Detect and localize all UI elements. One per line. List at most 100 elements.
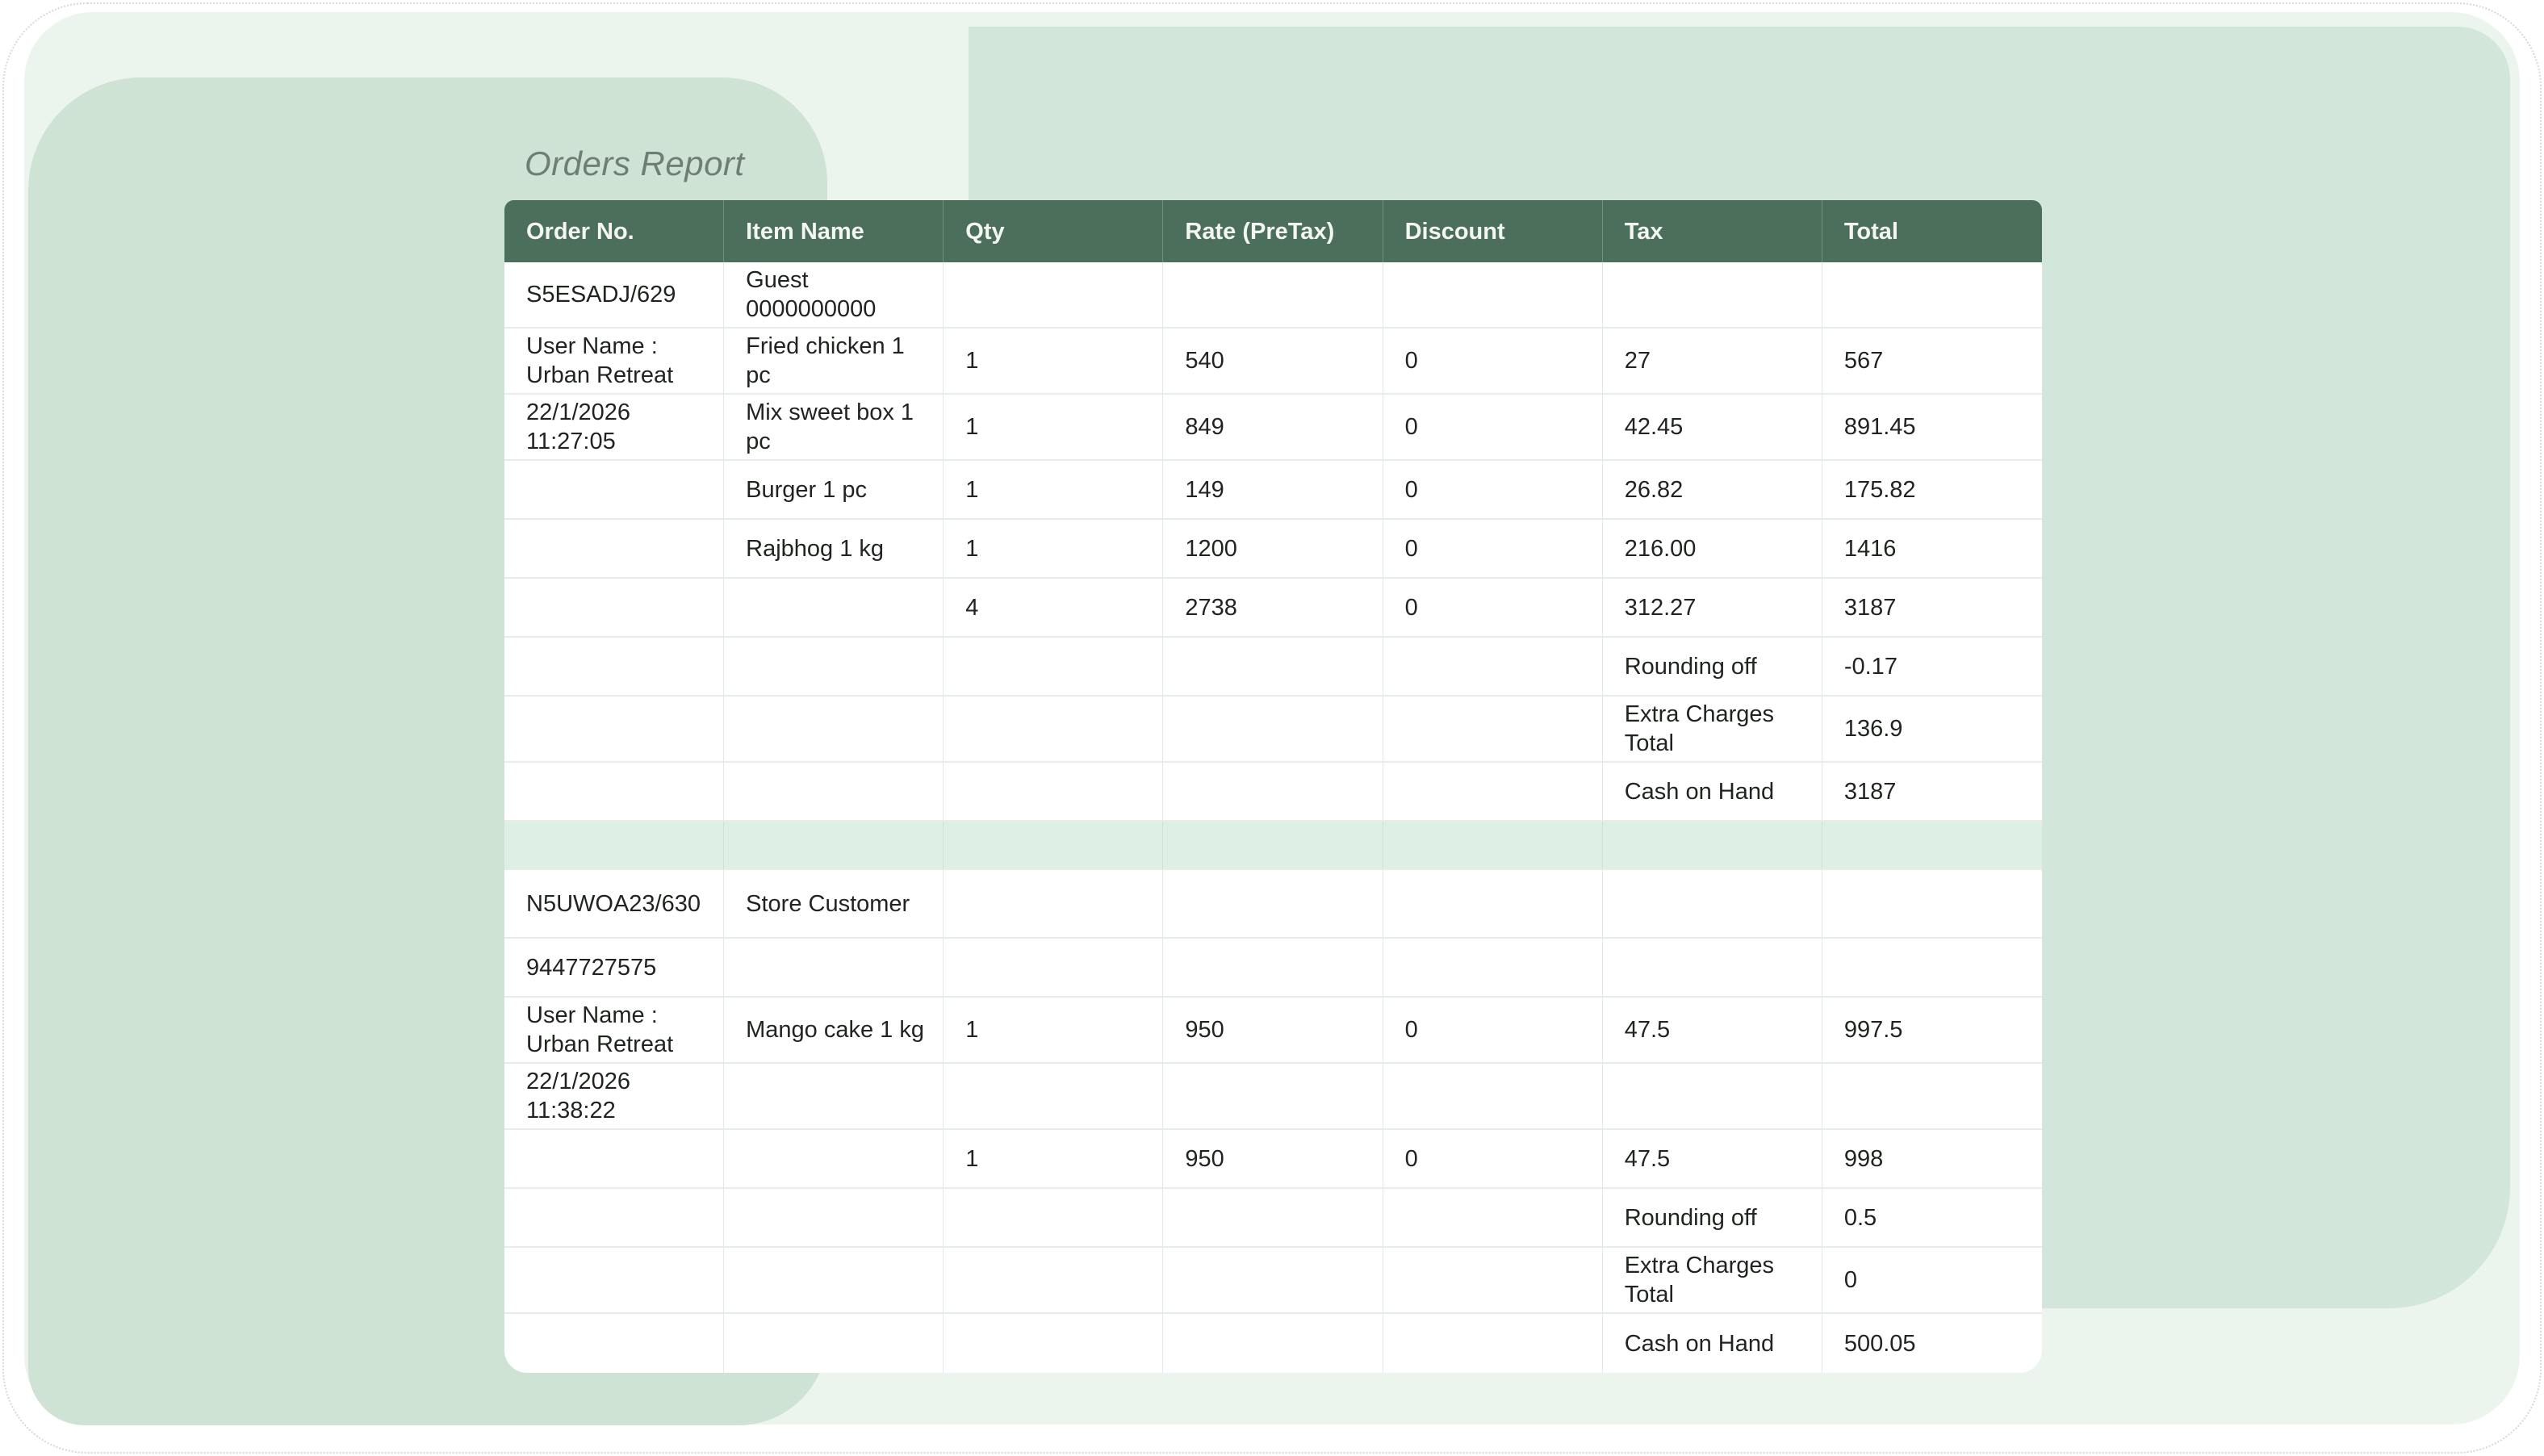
- table-cell: User Name : Urban Retreat: [504, 998, 724, 1064]
- table-cell: Fried chicken 1 pc: [724, 328, 944, 395]
- table-cell: 950: [1163, 998, 1383, 1064]
- table-cell: 849: [1163, 395, 1383, 461]
- table-cell: [1163, 822, 1383, 870]
- table-cell: 1: [944, 1130, 1163, 1189]
- table-row: Extra Charges Total136.9: [504, 697, 2042, 763]
- table-row: Extra Charges Total0: [504, 1248, 2042, 1314]
- table-row: 1950047.5998: [504, 1130, 2042, 1189]
- table-cell: [1822, 939, 2042, 998]
- table-cell: 175.82: [1822, 461, 2042, 520]
- table-cell: 26.82: [1603, 461, 1822, 520]
- table-cell: [504, 1314, 724, 1373]
- table-cell: [1163, 1189, 1383, 1248]
- table-cell: [944, 1314, 1163, 1373]
- table-cell: Cash on Hand: [1603, 763, 1822, 822]
- table-cell: 1200: [1163, 520, 1383, 579]
- table-cell: 216.00: [1603, 520, 1822, 579]
- column-header: Qty: [944, 200, 1163, 262]
- table-cell: 149: [1163, 461, 1383, 520]
- table-cell: [724, 1248, 944, 1314]
- table-cell: 47.5: [1603, 1130, 1822, 1189]
- table-cell: [504, 1130, 724, 1189]
- table-cell: 136.9: [1822, 697, 2042, 763]
- table-cell: [944, 262, 1163, 328]
- table-cell: [1163, 1248, 1383, 1314]
- table-cell: [1603, 262, 1822, 328]
- table-cell: Rajbhog 1 kg: [724, 520, 944, 579]
- orders-table: Order No.Item NameQtyRate (PreTax)Discou…: [504, 200, 2042, 1373]
- table-cell: [1603, 1064, 1822, 1130]
- table-cell: 0: [1383, 998, 1603, 1064]
- table-cell: [1383, 822, 1603, 870]
- table-row: User Name : Urban RetreatFried chicken 1…: [504, 328, 2042, 395]
- table-cell: 950: [1163, 1130, 1383, 1189]
- table-cell: [724, 697, 944, 763]
- table-cell: -0.17: [1822, 638, 2042, 697]
- table-cell: [1163, 763, 1383, 822]
- table-cell: 500.05: [1822, 1314, 2042, 1373]
- table-cell: [1603, 870, 1822, 939]
- table-cell: 3187: [1822, 579, 2042, 638]
- table-cell: 0: [1383, 520, 1603, 579]
- table-cell: [724, 822, 944, 870]
- table-cell: [724, 763, 944, 822]
- table-cell: [504, 1189, 724, 1248]
- table-cell: [504, 461, 724, 520]
- table-cell: [944, 638, 1163, 697]
- table-cell: Burger 1 pc: [724, 461, 944, 520]
- table-cell: [724, 1064, 944, 1130]
- table-cell: [1383, 638, 1603, 697]
- column-header: Rate (PreTax): [1163, 200, 1383, 262]
- table-cell: 1: [944, 328, 1163, 395]
- table-cell: 0: [1383, 328, 1603, 395]
- table-cell: [1822, 822, 2042, 870]
- table-row: Rajbhog 1 kg112000216.001416: [504, 520, 2042, 579]
- table-cell: Guest 0000000000: [724, 262, 944, 328]
- table-cell: [1383, 262, 1603, 328]
- table-cell: [1383, 697, 1603, 763]
- table-cell: 997.5: [1822, 998, 2042, 1064]
- table-cell: [1383, 1314, 1603, 1373]
- table-cell: [944, 1189, 1163, 1248]
- table-cell: [504, 579, 724, 638]
- table-cell: 22/1/2026 11:27:05: [504, 395, 724, 461]
- column-header: Total: [1822, 200, 2042, 262]
- table-cell: Cash on Hand: [1603, 1314, 1822, 1373]
- table-row: N5UWOA23/630Store Customer: [504, 870, 2042, 939]
- table-cell: 9447727575: [504, 939, 724, 998]
- table-cell: 47.5: [1603, 998, 1822, 1064]
- table-cell: 1: [944, 520, 1163, 579]
- table-cell: [944, 939, 1163, 998]
- table-cell: [1822, 1064, 2042, 1130]
- table-cell: [944, 763, 1163, 822]
- table-cell: Mix sweet box 1 pc: [724, 395, 944, 461]
- table-cell: Mango cake 1 kg: [724, 998, 944, 1064]
- table-row: User Name : Urban RetreatMango cake 1 kg…: [504, 998, 2042, 1064]
- table-cell: [1822, 262, 2042, 328]
- column-header: Tax: [1603, 200, 1822, 262]
- table-cell: 0: [1822, 1248, 2042, 1314]
- table-cell: 891.45: [1822, 395, 2042, 461]
- table-cell: [1603, 939, 1822, 998]
- table-cell: 4: [944, 579, 1163, 638]
- table-cell: Extra Charges Total: [1603, 1248, 1822, 1314]
- table-cell: [1163, 870, 1383, 939]
- table-cell: [1163, 1314, 1383, 1373]
- table-cell: 998: [1822, 1130, 2042, 1189]
- table-row: Rounding off0.5: [504, 1189, 2042, 1248]
- table-cell: [944, 1248, 1163, 1314]
- header-row: Order No.Item NameQtyRate (PreTax)Discou…: [504, 200, 2042, 262]
- column-header: Order No.: [504, 200, 724, 262]
- table-cell: [504, 763, 724, 822]
- table-cell: User Name : Urban Retreat: [504, 328, 724, 395]
- table-cell: [724, 939, 944, 998]
- column-header: Discount: [1383, 200, 1603, 262]
- separator-row: [504, 822, 2042, 870]
- table-cell: [944, 697, 1163, 763]
- table-cell: N5UWOA23/630: [504, 870, 724, 939]
- table-cell: [1383, 1064, 1603, 1130]
- table-cell: 0: [1383, 579, 1603, 638]
- table-cell: 2738: [1163, 579, 1383, 638]
- table-cell: [1822, 870, 2042, 939]
- table-cell: 0: [1383, 461, 1603, 520]
